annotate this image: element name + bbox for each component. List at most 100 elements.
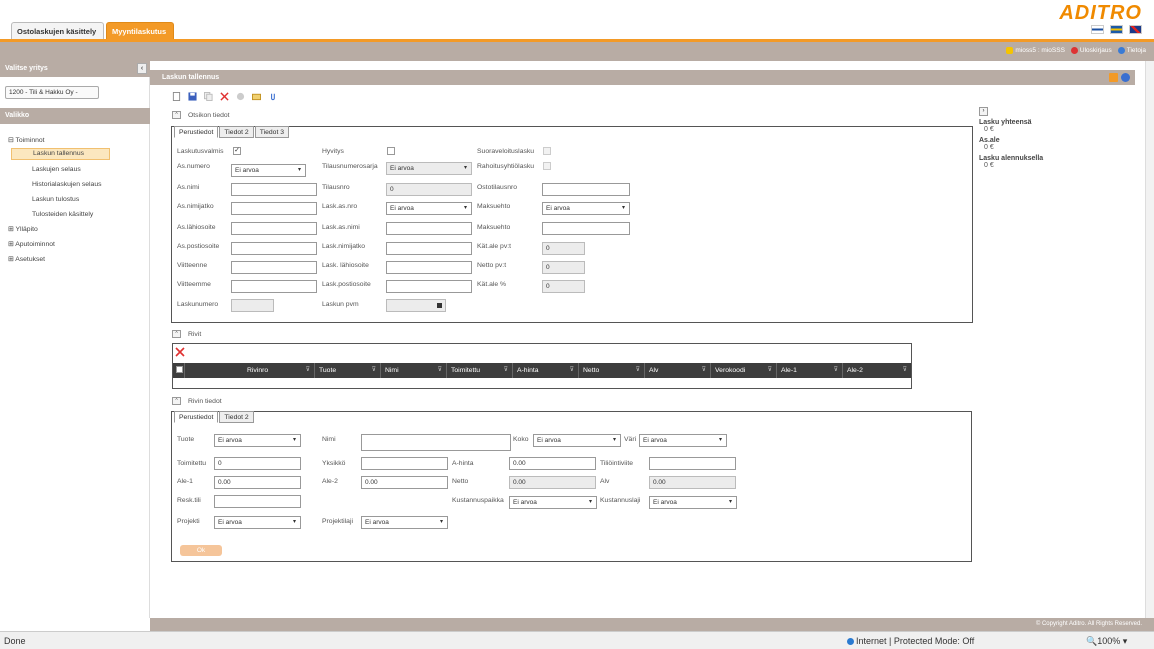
vari-select[interactable]: Ei arvoa bbox=[639, 434, 727, 447]
filter-icon[interactable]: ⊽ bbox=[834, 363, 838, 378]
filter-icon[interactable]: ⊽ bbox=[504, 363, 508, 378]
tree-asetukset[interactable]: ⊞ Asetukset bbox=[8, 255, 45, 263]
tiliointiviite-input[interactable] bbox=[649, 457, 736, 470]
tab-sales-invoicing[interactable]: Myyntilaskutus bbox=[106, 22, 174, 39]
tab-tiedot-3[interactable]: Tiedot 3 bbox=[254, 126, 290, 138]
delete-row-icon[interactable] bbox=[175, 347, 185, 357]
select-all-checkbox[interactable] bbox=[176, 366, 183, 373]
col-tuote[interactable]: Tuote ⊽ bbox=[315, 363, 381, 378]
tree-toiminnot[interactable]: ⊟ Toiminnot bbox=[8, 136, 45, 144]
ale1-input[interactable]: 0.00 bbox=[214, 476, 301, 489]
laskutusvalmis-checkbox[interactable]: ✓ bbox=[233, 147, 241, 155]
ahinta-input[interactable]: 0.00 bbox=[509, 457, 596, 470]
tab-purchase-invoices[interactable]: Ostolaskujen käsittely bbox=[11, 22, 104, 39]
filter-icon[interactable]: ⊽ bbox=[636, 363, 640, 378]
row-tab-tiedot-2[interactable]: Tiedot 2 bbox=[219, 411, 254, 423]
tilausnro-input[interactable]: 0 bbox=[386, 183, 472, 196]
col-toimitettu[interactable]: Toimitettu ⊽ bbox=[447, 363, 513, 378]
menu-item-tulosteiden-kasittely[interactable]: Tulosteiden käsittely bbox=[32, 211, 93, 218]
laskasnimi-input[interactable] bbox=[386, 222, 472, 235]
section-row-info[interactable]: ^ Rivin tiedot bbox=[172, 397, 222, 405]
col-ale1[interactable]: Ale-1 ⊽ bbox=[777, 363, 843, 378]
filter-icon[interactable]: ⊽ bbox=[306, 363, 310, 378]
tuote-select[interactable]: Ei arvoa bbox=[214, 434, 301, 447]
col-rivinro[interactable]: Rivinro ⊽ bbox=[185, 363, 315, 378]
kustannuslaji-select[interactable]: Ei arvoa bbox=[649, 496, 737, 509]
laskunumero-input[interactable] bbox=[231, 299, 274, 312]
save-icon[interactable] bbox=[188, 92, 197, 101]
netto-input[interactable]: 0.00 bbox=[509, 476, 596, 489]
filter-icon[interactable]: ⊽ bbox=[438, 363, 442, 378]
tab-tiedot-2[interactable]: Tiedot 2 bbox=[219, 126, 254, 138]
info-link[interactable]: Tietoja bbox=[1117, 47, 1146, 54]
aspostiosoite-input[interactable] bbox=[231, 242, 317, 255]
viitteemme-input[interactable] bbox=[231, 280, 317, 293]
section-rows[interactable]: ^ Rivit bbox=[172, 330, 201, 338]
page-scrollbar[interactable] bbox=[1145, 61, 1154, 618]
laskasnro-select[interactable]: Ei arvoa bbox=[386, 202, 472, 215]
filter-icon[interactable]: ⊽ bbox=[372, 363, 376, 378]
col-netto[interactable]: Netto ⊽ bbox=[579, 363, 645, 378]
hyvitys-checkbox[interactable] bbox=[387, 147, 395, 155]
collapse-sidebar-icon[interactable]: ‹ bbox=[137, 63, 147, 74]
col-nimi[interactable]: Nimi ⊽ bbox=[381, 363, 447, 378]
tree-yllapito[interactable]: ⊞ Ylläpito bbox=[8, 225, 38, 233]
export-icon[interactable] bbox=[1109, 73, 1118, 82]
yksikko-input[interactable] bbox=[361, 457, 448, 470]
rahoitus-checkbox[interactable] bbox=[543, 162, 551, 170]
grid-select-all[interactable] bbox=[173, 363, 185, 378]
copy-icon[interactable] bbox=[204, 92, 213, 101]
resktili-input[interactable] bbox=[214, 495, 301, 508]
menu-item-laskun-tulostus[interactable]: Laskun tulostus bbox=[32, 196, 79, 203]
new-document-icon[interactable] bbox=[172, 92, 181, 101]
approve-icon[interactable] bbox=[236, 92, 245, 101]
koko-select[interactable]: Ei arvoa bbox=[533, 434, 621, 447]
collapse-row-info-icon[interactable]: ^ bbox=[172, 397, 181, 405]
tab-perustiedot[interactable]: Perustiedot bbox=[174, 126, 219, 138]
company-select[interactable]: 1200 - Tili & Hakku Oy - bbox=[5, 86, 99, 99]
lasklahiosoite-input[interactable] bbox=[386, 261, 472, 274]
asnimijatko-input[interactable] bbox=[231, 202, 317, 215]
col-verokoodi[interactable]: Verokoodi ⊽ bbox=[711, 363, 777, 378]
tilausnumerosarja-select[interactable]: Ei arvoa bbox=[386, 162, 472, 175]
nimi-input[interactable] bbox=[361, 434, 511, 451]
col-alv[interactable]: Alv ⊽ bbox=[645, 363, 711, 378]
maksuehto-select[interactable]: Ei arvoa bbox=[542, 202, 630, 215]
attachment-icon[interactable] bbox=[268, 92, 277, 101]
asnimi-input[interactable] bbox=[231, 183, 317, 196]
summary-expand-icon[interactable]: › bbox=[979, 107, 988, 116]
projektilaji-select[interactable]: Ei arvoa bbox=[361, 516, 448, 529]
col-ale2[interactable]: Ale-2 ⊽ bbox=[843, 363, 911, 378]
katale-input[interactable]: 0 bbox=[542, 280, 585, 293]
laskunpvm-input[interactable] bbox=[386, 299, 446, 312]
filter-icon[interactable]: ⊽ bbox=[903, 363, 907, 378]
delete-icon[interactable] bbox=[220, 92, 229, 101]
projekti-select[interactable]: Ei arvoa bbox=[214, 516, 301, 529]
section-header-info[interactable]: ^ Otsikon tiedot bbox=[172, 111, 230, 119]
calendar-icon[interactable] bbox=[437, 303, 442, 308]
suoraveloitus-checkbox[interactable] bbox=[543, 147, 551, 155]
menu-item-laskun-tallennus[interactable]: Laskun tallennus bbox=[11, 148, 110, 160]
zoom-control[interactable]: 🔍100% ▾ bbox=[1086, 636, 1127, 647]
menu-item-historialaskujen-selaus[interactable]: Historialaskujen selaus bbox=[32, 181, 102, 188]
ok-button[interactable]: Ok bbox=[180, 545, 222, 556]
laskpostiosoite-input[interactable] bbox=[386, 280, 472, 293]
katalepvt-input[interactable]: 0 bbox=[542, 242, 585, 255]
ostotilausnro-input[interactable] bbox=[542, 183, 630, 196]
tree-aputoiminnot[interactable]: ⊞ Aputoiminnot bbox=[8, 240, 55, 248]
help-icon[interactable] bbox=[1121, 73, 1130, 82]
finnish-flag-icon[interactable] bbox=[1091, 25, 1104, 34]
maksuehto2-input[interactable] bbox=[542, 222, 630, 235]
logout-link[interactable]: Uloskirjaus bbox=[1070, 47, 1112, 54]
aslahiosoite-input[interactable] bbox=[231, 222, 317, 235]
viitteenne-input[interactable] bbox=[231, 261, 317, 274]
ale2-input[interactable]: 0.00 bbox=[361, 476, 448, 489]
asnumero-select[interactable]: Ei arvoa bbox=[231, 164, 306, 177]
filter-icon[interactable]: ⊽ bbox=[570, 363, 574, 378]
collapse-rows-icon[interactable]: ^ bbox=[172, 330, 181, 338]
col-ahinta[interactable]: A-hinta ⊽ bbox=[513, 363, 579, 378]
alv-input[interactable]: 0.00 bbox=[649, 476, 736, 489]
filter-icon[interactable]: ⊽ bbox=[768, 363, 772, 378]
kustannuspaikka-select[interactable]: Ei arvoa bbox=[509, 496, 597, 509]
print-icon[interactable] bbox=[252, 92, 261, 101]
